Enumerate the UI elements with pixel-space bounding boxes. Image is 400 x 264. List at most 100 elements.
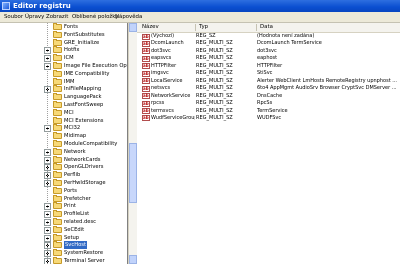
tree-node[interactable]: ProfileList (0, 210, 127, 219)
table-row[interactable]: NetworkService REG_MULTI_SZ DnsCache (137, 92, 400, 100)
table-row[interactable]: eapsvcs REG_MULTI_SZ eaphost (137, 55, 400, 63)
tree-node-label: MCI32 (64, 125, 81, 132)
table-row[interactable]: (Výchozí) REG_SZ (Hodnota není zadána) (137, 33, 400, 41)
folder-icon (53, 225, 62, 233)
menu-oblibene-polozky[interactable]: Oblíbené položky (72, 12, 118, 22)
tree-node[interactable]: related.desc (0, 218, 127, 226)
string-value-icon (142, 114, 150, 122)
tree-node-label: Hotfix (64, 47, 80, 54)
menu-napoveda[interactable]: Nápověda (115, 12, 142, 22)
menu-soubor[interactable]: Soubor (4, 12, 23, 22)
folder-icon (53, 62, 62, 69)
tree-node-label: Setup (64, 234, 80, 241)
tree-node-label: IME Compatibility (64, 70, 110, 77)
tree-node[interactable]: MCI Extensions (0, 116, 127, 125)
tree-node[interactable]: PerHwIdStorage (0, 179, 127, 187)
scroll-thumb[interactable] (129, 143, 137, 203)
tree-node[interactable]: ModuleCompatibility (0, 140, 127, 148)
tree-node[interactable]: Terminal Server (0, 257, 127, 264)
tree-node[interactable]: NetworkCards (0, 155, 127, 164)
table-row[interactable]: termsvcs REG_MULTI_SZ TermService (137, 107, 400, 115)
tree-node[interactable]: FontSubstitutes (0, 30, 127, 39)
tree-node[interactable]: SvcHost (0, 241, 127, 250)
tree-node[interactable]: MCI32 (0, 124, 127, 133)
tree-node[interactable]: Prefetcher (0, 194, 127, 203)
tree-node[interactable]: GRE_Initialize (0, 38, 127, 47)
tree-node[interactable]: OpenGLDrivers (0, 163, 127, 172)
folder-icon (53, 210, 62, 218)
menu-zobrazit[interactable]: Zobrazit (46, 12, 68, 22)
string-value-icon (142, 33, 150, 41)
tree-node[interactable]: Ports (0, 186, 127, 195)
string-value-icon (142, 55, 150, 63)
folder-icon (53, 101, 62, 108)
tree-node[interactable]: Fonts (0, 23, 127, 31)
table-row[interactable]: rpcss REG_MULTI_SZ RpcSs (137, 100, 400, 108)
values-list[interactable]: Název Typ Data (Výchozí) REG_SZ (Hodnota n… (137, 23, 400, 264)
tree-node[interactable]: LanguagePack (0, 93, 127, 101)
table-row[interactable]: HTTPFilter REG_MULTI_SZ HTTPFilter (137, 62, 400, 70)
folder-icon (53, 85, 62, 93)
column-header-type[interactable]: Typ (199, 23, 208, 32)
folder-icon (53, 46, 62, 54)
scroll-down-button[interactable] (129, 255, 137, 264)
column-header-data[interactable]: Data (260, 23, 273, 32)
value-name: dot3svc (151, 47, 171, 54)
value-name: NetworkService (151, 92, 191, 99)
tree-node[interactable]: IMM (0, 77, 127, 86)
tree-vertical-scrollbar[interactable] (128, 23, 137, 264)
menu-upravy[interactable]: Úpravy (25, 12, 44, 22)
value-name: WudfServiceGroup (151, 114, 195, 121)
tree-node[interactable]: ICM (0, 54, 127, 63)
value-type: REG_MULTI_SZ (196, 70, 233, 77)
folder-icon (53, 93, 62, 101)
table-row[interactable]: DcomLaunch REG_MULTI_SZ DcomLaunch TermSer… (137, 40, 400, 48)
tree-node-label: MCI (64, 109, 74, 116)
string-value-icon (142, 70, 150, 78)
table-row[interactable]: WudfServiceGroupREG_MULTI_SZ WUDFSvc (137, 114, 400, 122)
value-data: eaphost (257, 55, 278, 62)
table-row[interactable]: netsvcs REG_MULTI_SZ 6to4 AppMgmt AudioSrv… (137, 85, 400, 93)
tree-node-label: OpenGLDrivers (64, 164, 104, 171)
tree-node-label: SystemRestore (64, 250, 104, 257)
tree-node-label: Terminal Server (64, 258, 105, 264)
table-row[interactable]: dot3svc REG_MULTI_SZ dot3svc (137, 47, 400, 55)
table-row[interactable]: LocalService REG_MULTI_SZ Alerter WebClien… (137, 77, 400, 85)
tree-node[interactable]: LastFontSweep (0, 101, 127, 109)
folder-icon (53, 186, 62, 194)
string-value-icon (142, 100, 150, 108)
folder-icon (53, 38, 62, 46)
tree-node[interactable]: MCI (0, 108, 127, 117)
tree-node[interactable]: IniFileMapping (0, 85, 127, 94)
tree-node-label: ICM (64, 55, 74, 62)
table-row[interactable]: imgsvc REG_MULTI_SZ StiSvc (137, 70, 400, 78)
value-data: DnsCache (257, 92, 283, 99)
tree-node[interactable]: SystemRestore (0, 249, 127, 258)
column-separator[interactable] (195, 24, 196, 31)
tree-node[interactable]: SeCEdit (0, 225, 127, 234)
value-type: REG_MULTI_SZ (196, 114, 233, 121)
value-type: REG_MULTI_SZ (196, 40, 233, 47)
tree-node[interactable]: Image File Execution Options (0, 62, 127, 70)
tree-node[interactable]: Network (0, 147, 127, 156)
tree-node[interactable]: IME Compatibility (0, 69, 127, 78)
tree-node-label: FontSubstitutes (64, 31, 105, 38)
folder-icon (53, 69, 62, 77)
folder-icon (53, 163, 62, 171)
tree-node[interactable]: Perflib (0, 171, 127, 180)
tree-node[interactable]: Print (0, 202, 127, 211)
tree-node[interactable]: Setup (0, 233, 127, 242)
tree-node[interactable]: Hotfix (0, 46, 127, 55)
value-data: DcomLaunch TermService (257, 40, 322, 47)
folder-icon (53, 202, 62, 210)
scroll-up-button[interactable] (129, 23, 137, 32)
value-type: REG_MULTI_SZ (196, 47, 233, 54)
value-type: REG_MULTI_SZ (196, 92, 233, 99)
registry-key-tree[interactable]: Fonts FontSubstitutes GRE_Initialize Hotfix… (0, 23, 128, 264)
tree-node[interactable]: Midimap (0, 132, 127, 140)
title-bar[interactable]: Editor registru (0, 0, 400, 12)
column-separator[interactable] (256, 24, 257, 31)
value-type: REG_MULTI_SZ (196, 55, 233, 62)
column-header-name[interactable]: Název (142, 23, 159, 32)
folder-icon (53, 194, 62, 202)
